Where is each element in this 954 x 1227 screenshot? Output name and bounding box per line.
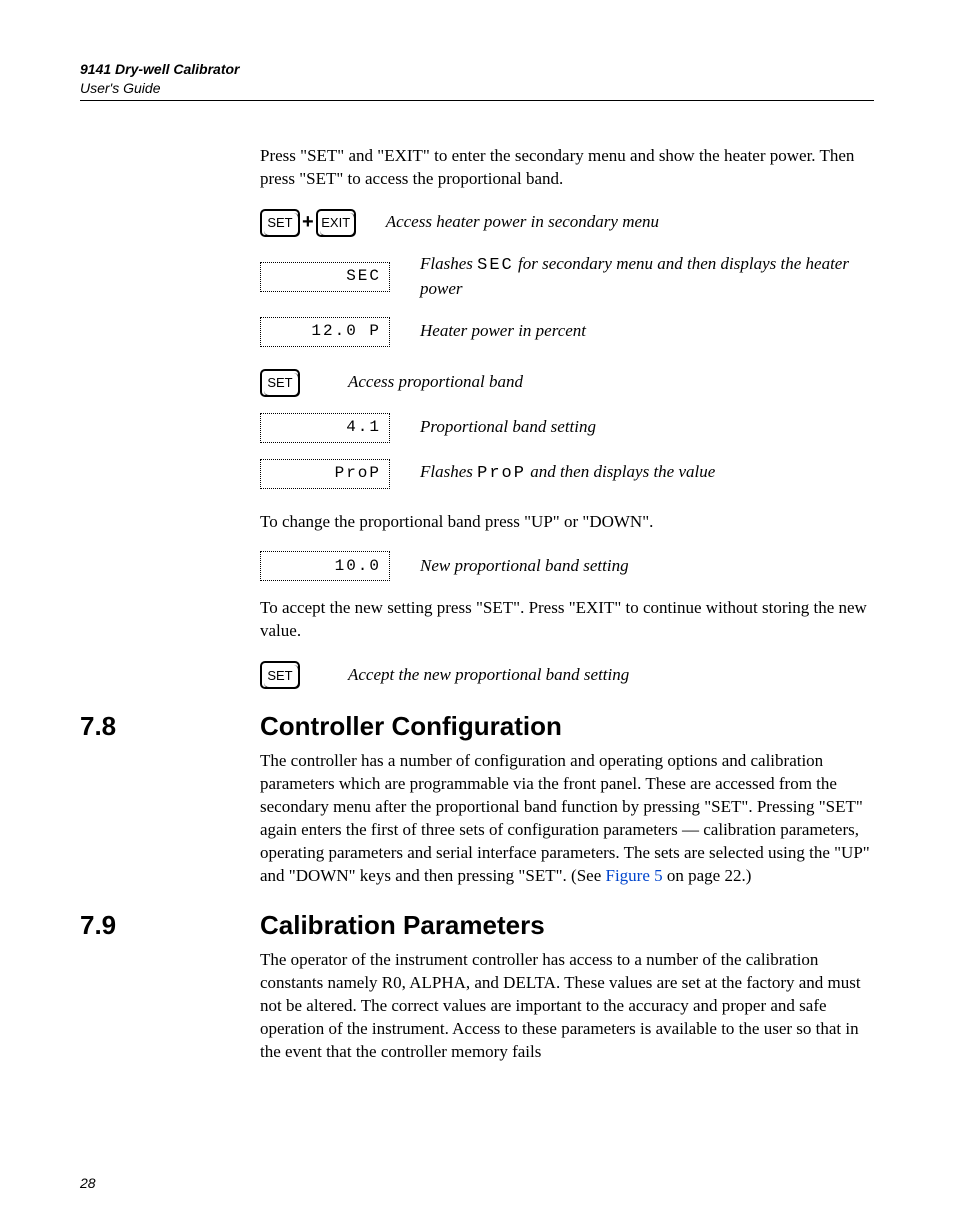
header-title: 9141 Dry-well Calibrator [80, 61, 240, 77]
step-row-prop-value: 4.1 Proportional band setting [260, 413, 874, 443]
set-key: SET [260, 209, 300, 237]
display-heater-power: 12.0 P [260, 317, 390, 347]
set-key: SET [260, 661, 300, 689]
section-number: 7.8 [80, 709, 260, 744]
step-row-new-prop: 10.0 New proportional band setting [260, 551, 874, 581]
step-row-accept: SET Accept the new proportional band set… [260, 661, 874, 689]
figure-5-link[interactable]: Figure 5 [606, 866, 663, 885]
display-new-prop: 10.0 [260, 551, 390, 581]
section-title: Controller Configuration [260, 709, 562, 744]
section-7-9-heading: 7.9 Calibration Parameters [80, 908, 874, 943]
accept-paragraph: To accept the new setting press "SET". P… [260, 597, 874, 643]
mid-paragraph: To change the proportional band press "U… [260, 511, 874, 534]
set-key: SET [260, 369, 300, 397]
section-7-9-body: The operator of the instrument controlle… [260, 949, 874, 1064]
step-row-prop-flash: ProP Flashes ProP and then displays the … [260, 459, 874, 489]
intro-paragraph: Press "SET" and "EXIT" to enter the seco… [260, 145, 874, 191]
plus-icon: + [302, 209, 314, 236]
exit-key: EXIT [316, 209, 356, 237]
step-row-sec-display: SEC Flashes SEC for secondary menu and t… [260, 253, 874, 301]
row-desc: Heater power in percent [420, 320, 874, 343]
header-subtitle: User's Guide [80, 79, 874, 98]
display-sec: SEC [260, 262, 390, 292]
display-prop-value: 4.1 [260, 413, 390, 443]
section-7-8-heading: 7.8 Controller Configuration [80, 709, 874, 744]
step-row-access-heater: SET + EXIT Access heater power in second… [260, 209, 874, 237]
page-header: 9141 Dry-well Calibrator User's Guide [80, 60, 874, 101]
row-desc: Accept the new proportional band setting [348, 664, 874, 687]
row-desc: Access heater power in secondary menu [386, 211, 874, 234]
section-title: Calibration Parameters [260, 908, 545, 943]
page-number: 28 [80, 1174, 96, 1193]
step-row-access-prop: SET Access proportional band [260, 369, 874, 397]
row-desc: Flashes SEC for secondary menu and then … [420, 253, 874, 301]
row-desc: New proportional band setting [420, 555, 874, 578]
display-prop-flash: ProP [260, 459, 390, 489]
row-desc: Proportional band setting [420, 416, 874, 439]
section-7-8-body: The controller has a number of configura… [260, 750, 874, 888]
section-number: 7.9 [80, 908, 260, 943]
row-desc: Flashes ProP and then displays the value [420, 461, 874, 486]
row-desc: Access proportional band [348, 371, 874, 394]
step-row-heater-power: 12.0 P Heater power in percent [260, 317, 874, 347]
